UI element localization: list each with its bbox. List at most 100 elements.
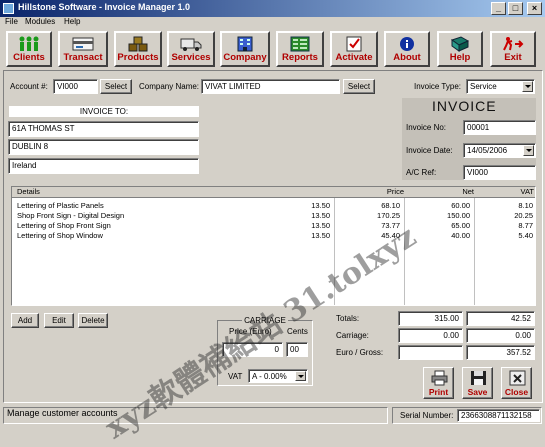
carriage-price-label: Price (Euro) xyxy=(229,327,272,336)
print-button[interactable]: Print xyxy=(423,367,454,399)
edit-button[interactable]: Edit xyxy=(44,313,74,328)
printer-icon xyxy=(431,370,448,386)
carriage-cents-label: Cents xyxy=(287,327,308,336)
cell-qty: 13.50 xyxy=(311,201,330,210)
line-items-table[interactable]: Details Price Net VAT Lettering of Plast… xyxy=(11,186,536,306)
add-button[interactable]: Add xyxy=(11,313,39,328)
building-icon xyxy=(234,35,256,53)
carriage-total-label: Carriage: xyxy=(336,331,369,340)
cell-qty: 13.50 xyxy=(311,221,330,230)
vat-dropdown[interactable]: A - 0.00% xyxy=(248,369,308,383)
transact-label: Transact xyxy=(63,52,103,63)
info-icon xyxy=(396,35,418,53)
address-line3-field[interactable]: Ireland xyxy=(8,158,199,174)
ac-ref-field[interactable]: VI000 xyxy=(463,165,536,180)
account-field[interactable]: VI000 xyxy=(53,79,98,94)
about-button[interactable]: About xyxy=(384,31,430,67)
invoice-date-picker[interactable]: 14/05/2006 xyxy=(463,143,536,158)
carriage-net-field: 0.00 xyxy=(398,328,463,343)
table-row[interactable]: Lettering of Plastic Panels 13.50 68.10 … xyxy=(12,201,535,210)
company-button[interactable]: Company xyxy=(220,31,270,67)
menu-file[interactable]: File xyxy=(5,17,18,26)
people-icon xyxy=(18,35,40,53)
ac-ref-label: A/C Ref: xyxy=(406,168,437,177)
menu-help[interactable]: Help xyxy=(64,17,80,26)
table-row[interactable]: Lettering of Shop Window 13.50 45.40 40.… xyxy=(12,231,535,240)
invoice-no-label: Invoice No: xyxy=(406,123,447,132)
col-price-header[interactable]: Price xyxy=(334,187,404,197)
menu-bar: File Modules Help xyxy=(0,17,545,29)
delete-button[interactable]: Delete xyxy=(78,313,108,328)
cell-net: 40.00 xyxy=(451,231,470,240)
invoice-no-field[interactable]: 00001 xyxy=(463,120,536,135)
reports-button[interactable]: Reports xyxy=(276,31,324,67)
checklist-icon xyxy=(343,35,365,53)
chevron-down-icon[interactable] xyxy=(522,81,533,92)
col-vat-header[interactable]: VAT xyxy=(464,187,534,197)
help-label: Help xyxy=(449,52,471,63)
chevron-down-icon[interactable] xyxy=(523,145,534,156)
menu-modules[interactable]: Modules xyxy=(25,17,55,26)
cell-details: Lettering of Plastic Panels xyxy=(17,201,104,210)
products-button[interactable]: Products xyxy=(114,31,162,67)
carriage-cents-field[interactable]: 00 xyxy=(286,342,308,357)
serial-label: Serial Number: xyxy=(400,411,454,420)
carriage-title: CARRIAGE xyxy=(217,316,313,325)
gross-spacer-field xyxy=(398,345,463,360)
maximize-button[interactable]: □ xyxy=(508,2,523,15)
table-row[interactable]: Lettering of Shop Front Sign 13.50 73.77… xyxy=(12,221,535,230)
cell-net: 65.00 xyxy=(451,221,470,230)
company-name-label: Company Name: xyxy=(139,82,200,91)
account-select-button[interactable]: Select xyxy=(100,79,132,94)
truck-icon xyxy=(180,35,202,53)
minimize-button[interactable]: _ xyxy=(491,2,506,15)
company-name-field[interactable]: VIVAT LIMITED xyxy=(201,79,340,94)
clients-button[interactable]: Clients xyxy=(6,31,52,67)
services-button[interactable]: Services xyxy=(167,31,215,67)
company-select-button[interactable]: Select xyxy=(343,79,375,94)
activate-button[interactable]: Activate xyxy=(330,31,378,67)
invoice-type-label: Invoice Type: xyxy=(414,82,461,91)
window-title: Hillstone Software - Invoice Manager 1.0 xyxy=(18,2,191,12)
invoice-heading: INVOICE xyxy=(432,98,497,114)
status-bar: Manage customer accounts Serial Number: … xyxy=(0,405,545,428)
table-row[interactable]: Shop Front Sign - Digital Design 13.50 1… xyxy=(12,211,535,220)
card-icon xyxy=(72,35,94,53)
cell-net: 60.00 xyxy=(451,201,470,210)
cell-vat: 8.77 xyxy=(518,221,533,230)
reports-icon xyxy=(289,35,311,53)
address-line1-field[interactable]: 61A THOMAS ST xyxy=(8,121,199,137)
totals-vat-field: 42.52 xyxy=(466,311,535,326)
cell-details: Shop Front Sign - Digital Design xyxy=(17,211,125,220)
floppy-icon xyxy=(471,371,486,385)
table-header: Details Price Net VAT xyxy=(12,187,535,198)
exit-button[interactable]: Exit xyxy=(490,31,536,67)
help-button[interactable]: Help xyxy=(437,31,483,67)
invoice-type-value: Service xyxy=(470,82,497,91)
serial-field: 2366308871132158 xyxy=(457,409,540,422)
carriage-price-field[interactable]: 0 xyxy=(222,342,283,357)
transact-button[interactable]: Transact xyxy=(58,31,108,67)
gross-label: Euro / Gross: xyxy=(336,348,384,357)
clients-label: Clients xyxy=(13,52,45,63)
totals-label: Totals: xyxy=(336,314,360,323)
cell-details: Lettering of Shop Front Sign xyxy=(17,221,111,230)
title-bar: Hillstone Software - Invoice Manager 1.0… xyxy=(0,0,545,17)
address-line2-field[interactable]: DUBLIN 8 xyxy=(8,139,199,155)
carriage-title-text: CARRIAGE xyxy=(242,316,288,325)
invoice-date-value: 14/05/2006 xyxy=(467,146,508,155)
print-label: Print xyxy=(428,387,449,397)
invoice-type-dropdown[interactable]: Service xyxy=(466,79,535,94)
cell-price: 68.10 xyxy=(381,201,400,210)
close-window-button[interactable]: × xyxy=(527,2,542,15)
carriage-vat-field: 0.00 xyxy=(466,328,535,343)
cell-qty: 13.50 xyxy=(311,231,330,240)
chevron-down-icon[interactable] xyxy=(295,371,306,381)
activate-label: Activate xyxy=(335,52,373,63)
app-icon xyxy=(3,3,14,14)
close-button[interactable]: Close xyxy=(501,367,532,399)
col-details-header[interactable]: Details xyxy=(17,187,40,197)
cell-price: 45.40 xyxy=(381,231,400,240)
boxes-icon xyxy=(127,35,149,53)
save-button[interactable]: Save xyxy=(462,367,493,399)
